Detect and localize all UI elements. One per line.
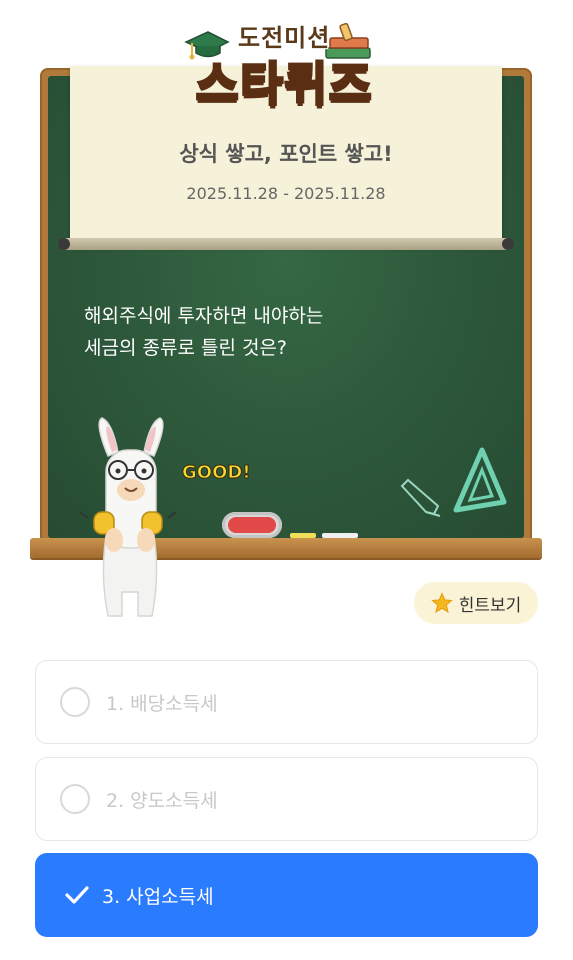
- hint-label: 힌트보기: [458, 595, 522, 616]
- yellow-chalk: [290, 533, 316, 538]
- radio-circle[interactable]: [60, 784, 90, 814]
- answer-option-label: 1. 배당소득세: [106, 692, 218, 715]
- good-sign: GOOD!: [182, 462, 252, 484]
- triangle-ruler-icon: [453, 447, 507, 513]
- answer-option-2[interactable]: 2. 양도소득세: [35, 757, 538, 841]
- white-chalk: [322, 533, 358, 538]
- star-icon: [430, 592, 453, 613]
- checkmark-icon: [65, 886, 89, 904]
- hint-button[interactable]: 힌트보기: [414, 582, 538, 624]
- radio-circle[interactable]: [60, 687, 90, 717]
- answer-option-label: 3. 사업소득세: [102, 885, 214, 908]
- quiz-date: 2025.11.28 - 2025.11.28: [186, 184, 386, 203]
- quiz-subtitle: 상식 쌓고, 포인트 쌓고!: [179, 142, 393, 166]
- answer-option-label: 2. 양도소득세: [106, 789, 218, 812]
- rod-knob-right: [502, 238, 514, 250]
- rod-knob-left: [58, 238, 70, 250]
- banner-rod: [60, 238, 512, 250]
- question-text: 해외주식에 투자하면 내야하는 세금의 종류로 틀린 것은?: [84, 305, 324, 359]
- pencil-icon: [400, 478, 441, 517]
- logo-title: 스타퀴즈: [194, 56, 374, 113]
- eraser-felt: [228, 517, 276, 533]
- alpaca-mascot: [79, 417, 177, 617]
- answer-option-3[interactable]: 3. 사업소득세: [35, 853, 538, 937]
- answer-option-1[interactable]: 1. 배당소득세: [35, 660, 538, 744]
